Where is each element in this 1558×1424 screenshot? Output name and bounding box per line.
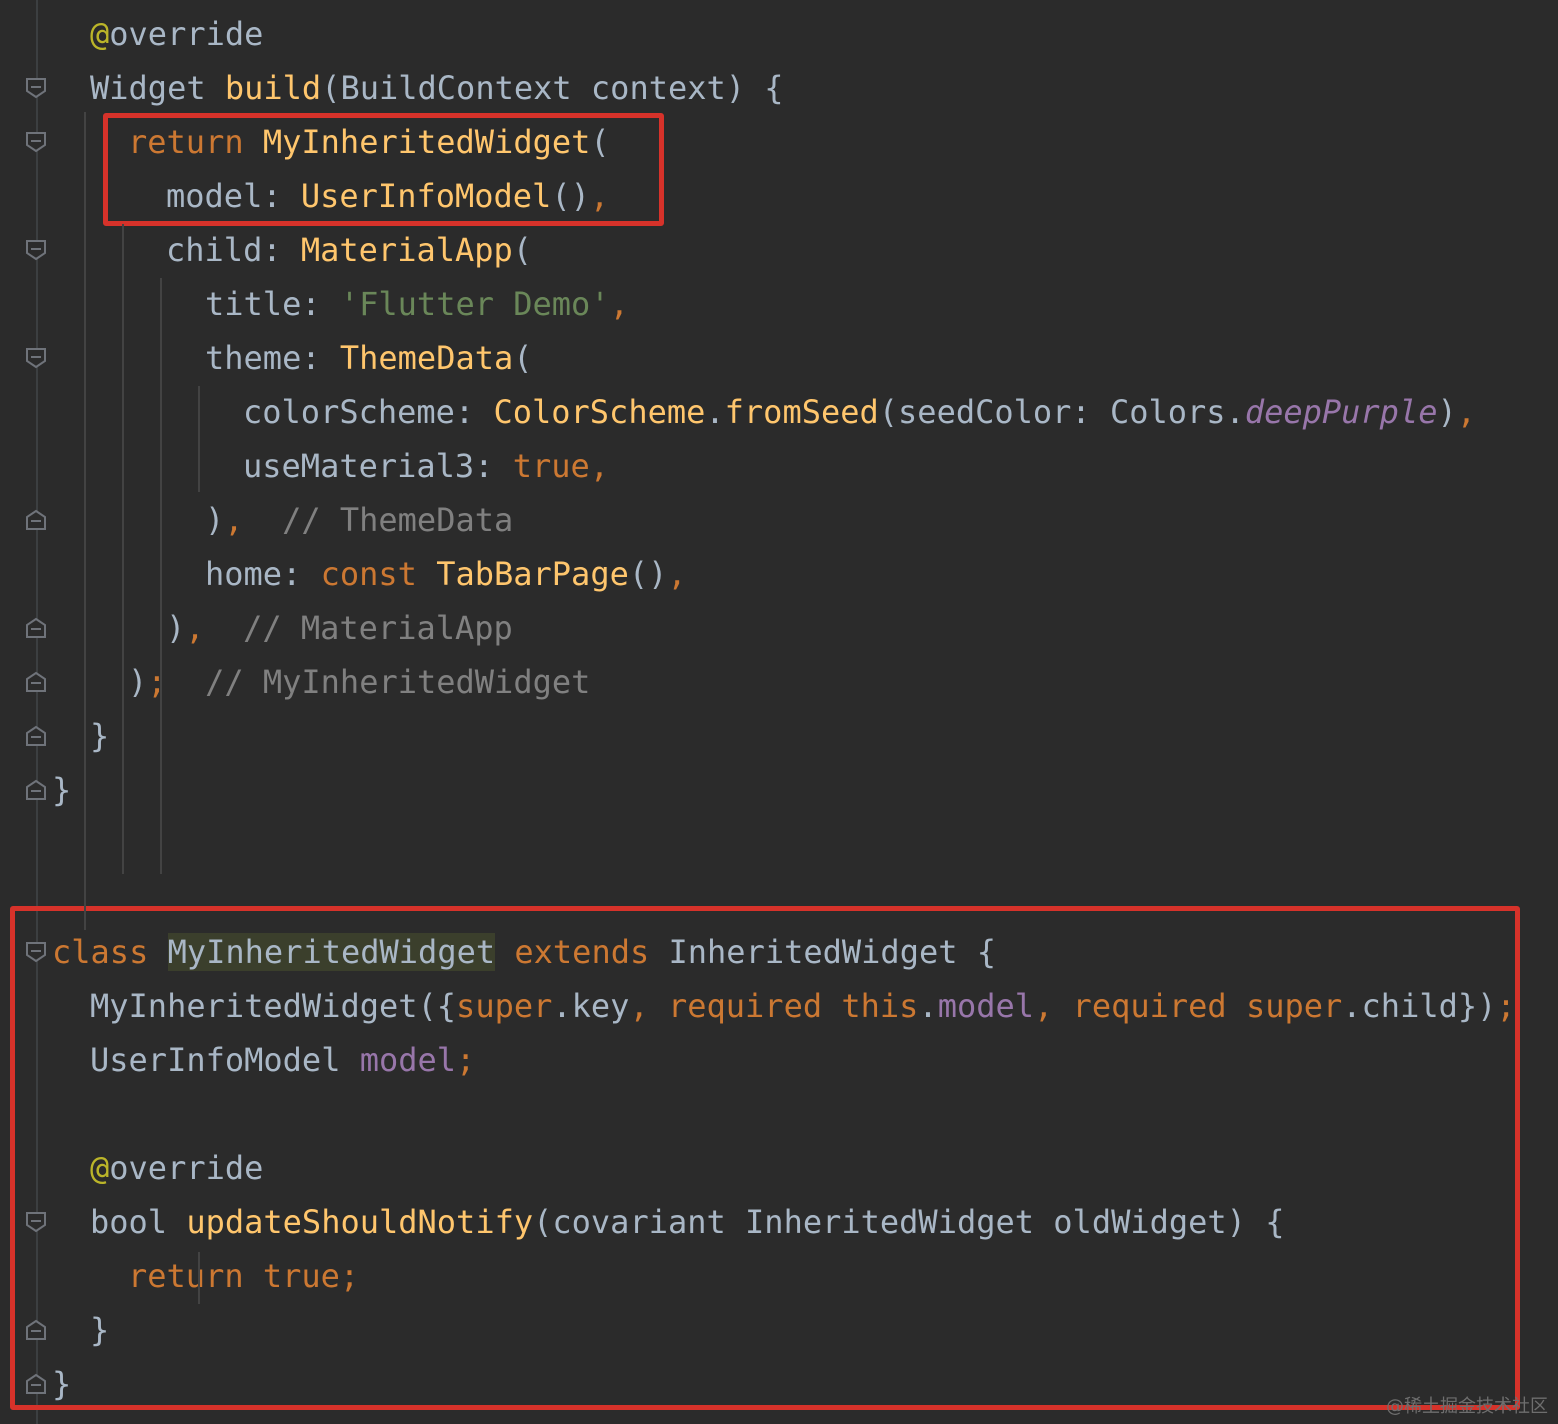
code-token: // MyInheritedWidget [166, 663, 591, 701]
code-token: ( [512, 231, 533, 269]
code-token: theme: [205, 339, 340, 377]
fold-open-icon[interactable] [25, 1211, 47, 1233]
code-line[interactable]: Widget build(BuildContext context) { [90, 61, 784, 115]
code-token: , [185, 609, 205, 647]
code-token: deepPurple [1244, 393, 1438, 431]
code-token: title: [205, 285, 340, 323]
code-token: ) [128, 663, 148, 701]
code-line[interactable]: home: const TabBarPage(), [205, 547, 687, 601]
code-token: const [320, 555, 437, 593]
code-token: . [705, 393, 725, 431]
code-token: useMaterial3: [243, 447, 513, 485]
fold-close-icon[interactable] [25, 617, 47, 639]
code-token: // ThemeData [243, 501, 514, 539]
fold-open-icon[interactable] [25, 77, 47, 99]
code-token: MaterialApp [300, 231, 513, 269]
indent-guide [84, 112, 86, 930]
code-token: ; [147, 663, 167, 701]
indent-guide [198, 386, 200, 492]
indent-guide [198, 1252, 200, 1304]
code-line[interactable]: ), // MaterialApp [166, 601, 513, 655]
code-token: @ [90, 15, 110, 53]
fold-close-icon[interactable] [25, 725, 47, 747]
code-token: , [589, 447, 610, 485]
code-token: ) [166, 609, 186, 647]
code-line[interactable]: ); // MyInheritedWidget [128, 655, 590, 709]
fold-open-icon[interactable] [25, 941, 47, 963]
highlight-box-return-statement [103, 113, 664, 226]
code-token: TabBarPage [436, 555, 629, 593]
code-token: } [90, 717, 110, 755]
code-line[interactable]: } [90, 709, 109, 763]
code-token: , [1456, 393, 1476, 431]
watermark: @稀土掘金技术社区 [1386, 1396, 1548, 1417]
fold-open-icon[interactable] [25, 131, 47, 153]
code-line[interactable]: ), // ThemeData [205, 493, 513, 547]
indent-guide [160, 278, 162, 874]
code-token: colorScheme: [243, 393, 494, 431]
code-token: home: [205, 555, 321, 593]
indent-guide [122, 224, 124, 874]
code-token: ( [513, 339, 533, 377]
fold-open-icon[interactable] [25, 347, 47, 369]
code-line[interactable]: } [52, 763, 71, 817]
code-line[interactable]: child: MaterialApp( [166, 223, 532, 277]
code-token: // MaterialApp [204, 609, 513, 647]
fold-close-icon[interactable] [25, 1373, 47, 1395]
code-token: , [667, 555, 687, 593]
code-token: child: [166, 231, 301, 269]
code-line[interactable]: theme: ThemeData( [205, 331, 533, 385]
fold-close-icon[interactable] [25, 779, 47, 801]
code-token: Widget [90, 69, 225, 107]
code-token: build [224, 69, 322, 107]
code-token: } [52, 771, 72, 809]
fold-open-icon[interactable] [25, 239, 47, 261]
code-token: (seedColor: Colors. [878, 393, 1245, 431]
code-token: fromSeed [724, 393, 879, 431]
code-line[interactable]: colorScheme: ColorScheme.fromSeed(seedCo… [243, 385, 1476, 439]
code-token: ColorScheme [493, 393, 706, 431]
code-token: ) [1437, 393, 1457, 431]
code-token: , [609, 285, 629, 323]
code-token: (BuildContext context) { [321, 69, 784, 107]
fold-close-icon[interactable] [25, 509, 47, 531]
code-line[interactable]: @override [90, 7, 263, 61]
fold-close-icon[interactable] [25, 1319, 47, 1341]
code-token: 'Flutter Demo' [339, 285, 610, 323]
code-token: override [109, 15, 264, 53]
code-token: true [512, 447, 590, 485]
code-line[interactable]: title: 'Flutter Demo', [205, 277, 629, 331]
code-token: , [224, 501, 244, 539]
code-token: ThemeData [339, 339, 514, 377]
highlight-box-class-definition [10, 906, 1520, 1410]
fold-close-icon[interactable] [25, 671, 47, 693]
code-token: ) [205, 501, 225, 539]
code-line[interactable]: useMaterial3: true, [243, 439, 609, 493]
code-token: () [628, 555, 668, 593]
